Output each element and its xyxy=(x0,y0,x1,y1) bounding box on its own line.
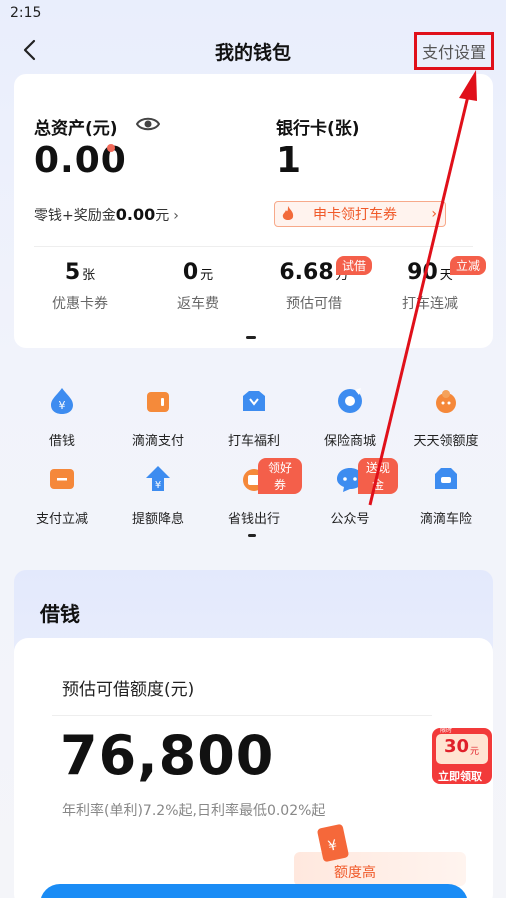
service-save-travel[interactable]: 省钱出行 领好券 xyxy=(206,458,302,527)
stat-coupons[interactable]: 5张 优惠卡券 xyxy=(20,260,140,313)
stat-number: 6.68 xyxy=(279,260,334,285)
service-tag: 送现金 xyxy=(358,458,398,494)
change-prefix: 零钱+奖励金 xyxy=(34,208,116,224)
promo-text: 申卡领打车券 xyxy=(313,207,397,223)
stat-label: 优惠卡券 xyxy=(52,296,108,312)
service-label: 滴滴车险 xyxy=(419,512,472,527)
service-label: 滴滴支付 xyxy=(131,434,184,449)
bank-card-label: 银行卡(张) xyxy=(276,119,360,139)
quota-label: 预估可借额度(元) xyxy=(62,680,195,700)
car-shield-icon xyxy=(435,468,457,489)
change-balance-link[interactable]: 零钱+奖励金 0.00 元 › xyxy=(34,205,179,225)
stat-tag: 试借 xyxy=(336,256,373,275)
divider xyxy=(34,246,473,247)
stat-number: 0 xyxy=(182,260,199,285)
service-tag: 领好券 xyxy=(258,458,302,494)
ticket-icon xyxy=(50,469,74,489)
car-gift-icon xyxy=(243,391,265,411)
service-pay-discount[interactable]: 支付立减 xyxy=(14,464,110,527)
page-indicator xyxy=(246,336,256,339)
eye-icon[interactable] xyxy=(136,114,160,134)
coupon-cta: 立即领取 xyxy=(438,770,482,783)
status-time: 2:15 xyxy=(10,5,42,21)
service-ride-benefits[interactable]: 打车福利 xyxy=(206,386,302,449)
mascot-icon xyxy=(436,390,456,413)
apply-card-promo[interactable]: 申卡领打车券 › xyxy=(274,201,446,227)
bank-card-count[interactable]: 1 xyxy=(276,140,301,181)
stat-number: 90 xyxy=(407,260,438,285)
service-didi-pay[interactable]: 滴滴支付 xyxy=(110,386,206,449)
svg-text:¥: ¥ xyxy=(59,399,66,412)
stat-borrowable[interactable]: 6.68 万 预估可借 试借 xyxy=(254,256,374,313)
chevron-right-icon: › xyxy=(173,208,179,224)
coupon-amount: 30 xyxy=(444,736,470,757)
divider xyxy=(52,715,432,716)
change-value: 0.00 xyxy=(115,205,156,224)
stat-unit: 元 xyxy=(200,268,214,283)
loan-section-title: 借钱 xyxy=(40,602,80,626)
rate-text: 年利率(单利)7.2%起,日利率最低0.02%起 xyxy=(62,803,326,819)
svg-text:¥: ¥ xyxy=(155,480,161,491)
borrow-button[interactable] xyxy=(40,884,468,898)
stat-label: 预估可借 xyxy=(286,296,342,312)
status-bar: 2:15 xyxy=(0,0,506,28)
service-daily-quota[interactable]: 天天领额度 xyxy=(398,386,494,449)
wallet-icon xyxy=(147,392,169,412)
service-label: 天天领额度 xyxy=(413,434,479,449)
stat-unit: 张 xyxy=(82,268,96,283)
service-label: 公众号 xyxy=(330,512,370,527)
notification-dot xyxy=(107,144,115,152)
coupon-unit: 元 xyxy=(470,747,480,757)
coupon-badge[interactable]: 限时 30 元 立即领取 xyxy=(430,724,494,786)
nav-bar: 我的钱包 支付设置 xyxy=(0,30,506,72)
stat-label: 打车连减 xyxy=(402,296,458,312)
house-up-icon: ¥ xyxy=(146,466,170,491)
service-label: 借钱 xyxy=(48,434,75,449)
svg-text:限时: 限时 xyxy=(440,726,452,734)
stat-tag: 立减 xyxy=(450,256,487,275)
stat-refund[interactable]: 0元 返车费 xyxy=(138,260,258,313)
service-borrow[interactable]: ¥ 借钱 xyxy=(14,386,110,449)
service-label: 提额降息 xyxy=(131,512,184,527)
service-insurance-mall[interactable]: 保险商城 xyxy=(302,386,398,449)
service-label: 支付立减 xyxy=(35,512,88,527)
change-suffix: 元 xyxy=(155,208,170,224)
service-official-account[interactable]: 公众号 送现金 xyxy=(302,458,398,527)
page-indicator xyxy=(248,534,256,537)
service-raise-limit[interactable]: ¥ 提额降息 xyxy=(110,464,206,527)
drop-yen-icon: ¥ xyxy=(51,388,73,414)
flame-icon xyxy=(282,206,294,220)
service-car-insurance[interactable]: 滴滴车险 xyxy=(398,464,494,527)
service-label: 省钱出行 xyxy=(227,512,280,527)
assets-card: 总资产(元) 0.00 银行卡(张) 1 零钱+奖励金 0.00 元 › 申卡领… xyxy=(14,74,493,348)
service-label: 保险商城 xyxy=(323,434,376,449)
service-label: 打车福利 xyxy=(227,434,280,449)
quota-value: 76,800 xyxy=(60,724,275,787)
total-assets-label: 总资产(元) xyxy=(34,119,118,139)
high-quota-text: 额度高 xyxy=(334,865,376,881)
chevron-right-icon: › xyxy=(431,206,437,222)
stat-ride-discount[interactable]: 90 天 打车连减 立减 xyxy=(370,256,490,313)
stat-label: 返车费 xyxy=(177,296,219,312)
payment-settings-button[interactable]: 支付设置 xyxy=(414,32,494,70)
stat-number: 5 xyxy=(64,260,81,285)
stats-row: 5张 优惠卡券 0元 返车费 6.68 万 预估可借 试借 90 天 打车连减 立减 xyxy=(14,256,493,320)
shield-icon xyxy=(338,388,362,413)
